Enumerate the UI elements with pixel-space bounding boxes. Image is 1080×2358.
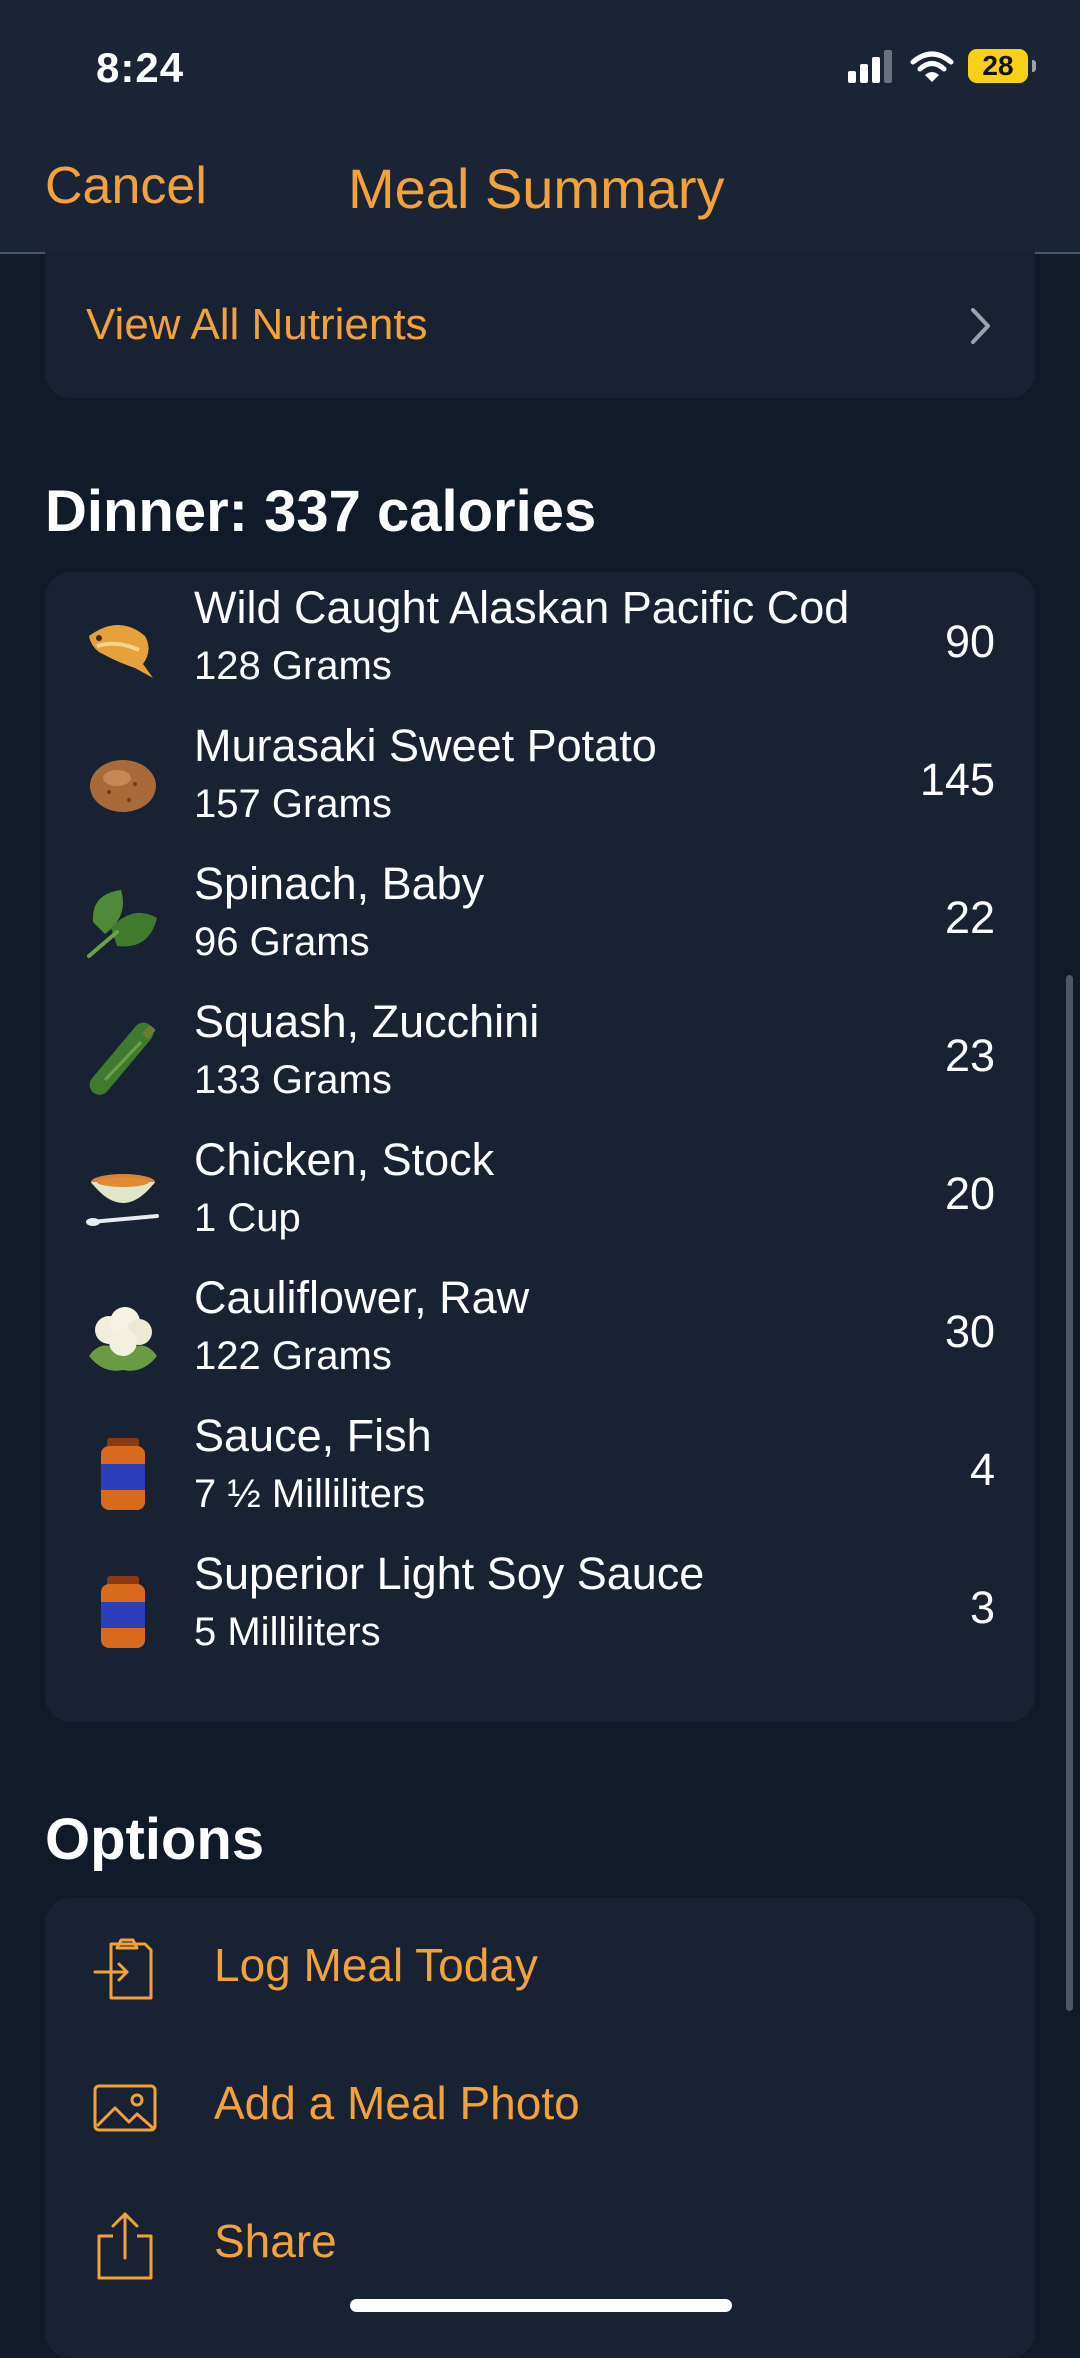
food-amount: 5 Milliliters	[194, 1610, 381, 1654]
options-section-title: Options	[45, 1807, 265, 1872]
food-amount: 1 Cup	[194, 1196, 301, 1240]
option-label: Share	[214, 2215, 337, 2267]
view-all-nutrients-link[interactable]: View All Nutrients	[45, 250, 1035, 398]
page-title: Meal Summary	[348, 157, 725, 220]
sauce-jar-icon	[101, 1438, 145, 1510]
battery-indicator: 28	[968, 49, 1036, 83]
potato-icon	[90, 760, 156, 812]
food-list: Wild Caught Alaskan Pacific Cod 128 Gram…	[45, 572, 1035, 1722]
view-all-nutrients-label: View All Nutrients	[86, 300, 428, 349]
food-name: Wild Caught Alaskan Pacific Cod	[194, 582, 850, 633]
food-item-chicken-stock[interactable]: Chicken, Stock 1 Cup 20	[45, 1124, 1035, 1262]
food-name: Cauliflower, Raw	[194, 1272, 530, 1323]
food-amount: 133 Grams	[194, 1058, 392, 1102]
food-name: Chicken, Stock	[194, 1134, 495, 1185]
food-calories: 3	[969, 1582, 995, 1633]
share-button[interactable]: Share	[45, 2174, 1035, 2312]
food-name: Sauce, Fish	[194, 1410, 432, 1461]
spinach-icon	[87, 890, 157, 958]
soup-bowl-icon	[86, 1174, 159, 1226]
food-name: Superior Light Soy Sauce	[194, 1548, 705, 1599]
food-name: Squash, Zucchini	[194, 996, 540, 1047]
log-meal-today-button[interactable]: Log Meal Today	[45, 1898, 1035, 2036]
status-indicators: 28	[848, 46, 1036, 86]
option-label: Add a Meal Photo	[214, 2077, 580, 2129]
photo-icon	[93, 2084, 157, 2132]
option-label: Log Meal Today	[214, 1939, 538, 1991]
food-calories: 145	[919, 754, 995, 805]
share-icon	[97, 2212, 153, 2280]
navigation-bar: 8:24 28 Cancel Meal Summary	[0, 0, 1080, 254]
signal-icon	[848, 50, 892, 83]
chevron-right-icon	[971, 308, 990, 344]
food-item-zucchini[interactable]: Squash, Zucchini 133 Grams 23	[45, 986, 1035, 1124]
food-name: Spinach, Baby	[194, 858, 485, 909]
food-item-soy-sauce[interactable]: Superior Light Soy Sauce 5 Milliliters 3	[45, 1538, 1035, 1676]
status-time: 8:24	[96, 44, 185, 91]
food-item-sweet-potato[interactable]: Murasaki Sweet Potato 157 Grams 145	[45, 710, 1035, 848]
food-amount: 7 ½ Milliliters	[194, 1472, 426, 1516]
fish-icon	[89, 625, 153, 678]
cauliflower-icon	[89, 1307, 157, 1371]
food-calories: 20	[944, 1168, 995, 1219]
food-calories: 90	[944, 616, 995, 667]
food-name: Murasaki Sweet Potato	[194, 720, 657, 771]
clipboard-log-icon	[93, 1938, 153, 2000]
sauce-jar-icon	[101, 1576, 145, 1648]
cancel-button[interactable]: Cancel	[45, 156, 207, 216]
food-calories: 22	[944, 892, 995, 943]
scrollbar[interactable]	[1066, 975, 1073, 2011]
food-calories: 23	[944, 1030, 995, 1081]
options-list: Log Meal Today Add a Meal Photo Share	[45, 1898, 1035, 2358]
food-calories: 4	[969, 1444, 995, 1495]
dinner-section-title: Dinner: 337 calories	[45, 479, 597, 544]
food-item-cauliflower[interactable]: Cauliflower, Raw 122 Grams 30	[45, 1262, 1035, 1400]
food-amount: 122 Grams	[194, 1334, 392, 1378]
food-item-spinach[interactable]: Spinach, Baby 96 Grams 22	[45, 848, 1035, 986]
add-meal-photo-button[interactable]: Add a Meal Photo	[45, 2036, 1035, 2174]
zucchini-icon	[89, 1022, 156, 1095]
food-item-cod[interactable]: Wild Caught Alaskan Pacific Cod 128 Gram…	[45, 572, 1035, 710]
wifi-icon	[910, 51, 954, 82]
food-amount: 96 Grams	[194, 920, 370, 964]
food-amount: 128 Grams	[194, 644, 392, 688]
home-indicator[interactable]	[350, 2299, 732, 2312]
food-item-fish-sauce[interactable]: Sauce, Fish 7 ½ Milliliters 4	[45, 1400, 1035, 1538]
food-calories: 30	[944, 1306, 995, 1357]
food-amount: 157 Grams	[194, 782, 392, 826]
